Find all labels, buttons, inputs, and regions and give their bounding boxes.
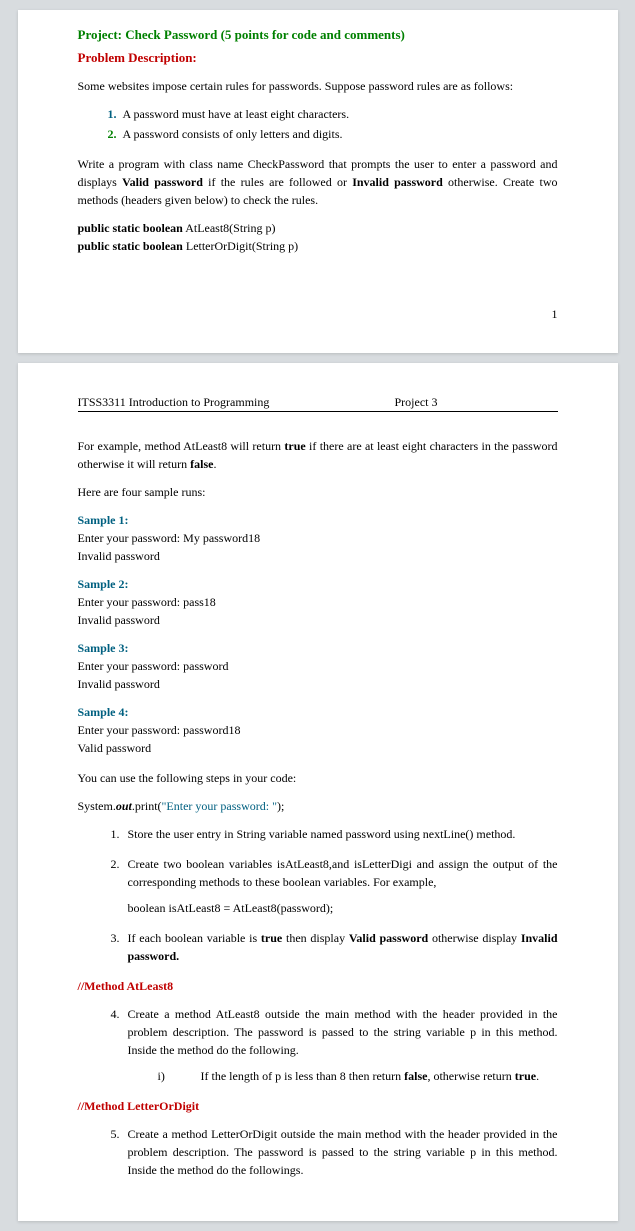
sample-1-input: Enter your password: My password18: [78, 529, 558, 547]
code-end: );: [277, 799, 284, 813]
header-right: Project 3: [395, 393, 438, 411]
step4ib: If the length of p is less than 8 then r…: [201, 1069, 405, 1083]
sample-2-output: Invalid password: [78, 611, 558, 629]
problem-description-label: Problem Description:: [78, 48, 558, 68]
step-2-code: boolean isAtLeast8 = AtLeast8(password);: [128, 899, 558, 917]
sample-4-output: Valid password: [78, 739, 558, 757]
step4ic: , otherwise return: [427, 1069, 514, 1083]
sample-1: Sample 1: Enter your password: My passwo…: [78, 511, 558, 565]
step-5: Create a method LetterOrDigit outside th…: [123, 1125, 558, 1179]
sample-2-input: Enter your password: pass18: [78, 593, 558, 611]
steps-list-4: Create a method AtLeast8 outside the mai…: [123, 1005, 558, 1085]
intro-paragraph: Some websites impose certain rules for p…: [78, 77, 558, 95]
false-kw-1: false: [190, 457, 213, 471]
sample-4-label: Sample 4:: [78, 703, 558, 721]
page-2: ITSS3311 Introduction to Programming Pro…: [18, 363, 618, 1221]
sample-3-label: Sample 3:: [78, 639, 558, 657]
meth2-sig: LetterOrDigit(String p): [183, 239, 298, 253]
step3a: If each boolean variable is: [128, 931, 261, 945]
step3c: otherwise display: [428, 931, 521, 945]
sample-2-label: Sample 2:: [78, 575, 558, 593]
steps-list: Store the user entry in String variable …: [123, 825, 558, 965]
step4-true: true: [515, 1069, 536, 1083]
rule-1-text: A password must have at least eight char…: [123, 107, 350, 121]
sample-4: Sample 4: Enter your password: password1…: [78, 703, 558, 757]
code-print-line: System.out.print("Enter your password: "…: [78, 797, 558, 815]
sample-intro: Here are four sample runs:: [78, 483, 558, 501]
sample-3-input: Enter your password: password: [78, 657, 558, 675]
sample-4-input: Enter your password: password18: [78, 721, 558, 739]
step4-false: false: [404, 1069, 427, 1083]
page-1: Project: Check Password (5 points for co…: [18, 10, 618, 353]
code-print: .print(: [132, 799, 162, 813]
rule-1: 1. A password must have at least eight c…: [108, 105, 558, 123]
code-string: "Enter your password: ": [162, 799, 277, 813]
method-2: public static boolean LetterOrDigit(Stri…: [78, 237, 558, 255]
step3b: then display: [282, 931, 349, 945]
step-4: Create a method AtLeast8 outside the mai…: [123, 1005, 558, 1085]
meth1-keywords: public static boolean: [78, 221, 183, 235]
sample-3: Sample 3: Enter your password: password …: [78, 639, 558, 693]
step3-true: true: [261, 931, 282, 945]
valid-password-bold: Valid password: [122, 175, 203, 189]
page-number: 1: [78, 305, 558, 323]
steps-intro: You can use the following steps in your …: [78, 769, 558, 787]
rule-2: 2. A password consists of only letters a…: [108, 125, 558, 143]
step4-text: Create a method AtLeast8 outside the mai…: [128, 1007, 558, 1057]
instructions-paragraph: Write a program with class name CheckPas…: [78, 155, 558, 209]
rule-2-text: A password consists of only letters and …: [123, 127, 343, 141]
invalid-password-bold: Invalid password: [352, 175, 443, 189]
method-1: public static boolean AtLeast8(String p): [78, 219, 558, 237]
method-letterordigit-header: //Method LetterOrDigit: [78, 1097, 558, 1115]
step3-valid: Valid password: [349, 931, 428, 945]
rules-list: 1. A password must have at least eight c…: [108, 105, 558, 143]
header-left: ITSS3311 Introduction to Programming: [78, 393, 270, 411]
steps-list-5: Create a method LetterOrDigit outside th…: [123, 1125, 558, 1179]
code-out: out: [116, 799, 132, 813]
roman-i: i): [158, 1067, 198, 1085]
step-2-text: Create two boolean variables isAtLeast8,…: [128, 857, 558, 889]
sample-3-output: Invalid password: [78, 675, 558, 693]
project-title: Project: Check Password (5 points for co…: [78, 25, 558, 45]
meth2-keywords: public static boolean: [78, 239, 183, 253]
method-declarations: public static boolean AtLeast8(String p)…: [78, 219, 558, 255]
code-sys: System.: [78, 799, 116, 813]
step4id: .: [536, 1069, 539, 1083]
para2b: if the rules are followed or: [203, 175, 352, 189]
meth1-sig: AtLeast8(String p): [183, 221, 276, 235]
step-1: Store the user entry in String variable …: [123, 825, 558, 843]
para1c: .: [213, 457, 216, 471]
sample-1-label: Sample 1:: [78, 511, 558, 529]
step-4-i: i) If the length of p is less than 8 the…: [158, 1067, 558, 1085]
step-2: Create two boolean variables isAtLeast8,…: [123, 855, 558, 917]
para1a: For example, method AtLeast8 will return: [78, 439, 285, 453]
sample-1-output: Invalid password: [78, 547, 558, 565]
example-paragraph: For example, method AtLeast8 will return…: [78, 437, 558, 473]
page-header: ITSS3311 Introduction to Programming Pro…: [78, 393, 558, 412]
method-atleast8-header: //Method AtLeast8: [78, 977, 558, 995]
step-3: If each boolean variable is true then di…: [123, 929, 558, 965]
sample-2: Sample 2: Enter your password: pass18 In…: [78, 575, 558, 629]
true-kw-1: true: [284, 439, 305, 453]
